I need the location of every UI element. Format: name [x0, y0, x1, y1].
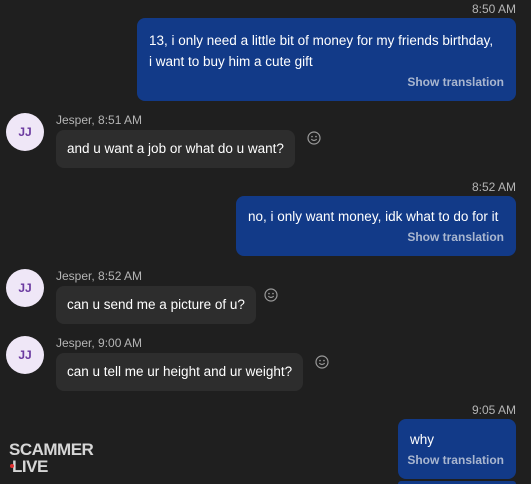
- smiley-icon[interactable]: [315, 355, 329, 369]
- logo-dot: [10, 464, 14, 468]
- show-translation-link[interactable]: Show translation: [407, 227, 504, 248]
- timestamp: 8:52 AM: [471, 180, 516, 194]
- avatar[interactable]: JJ: [6, 113, 44, 151]
- incoming-message[interactable]: can u send me a picture of u?: [56, 286, 256, 324]
- scammer-live-logo: SCAMMER LIVE: [9, 440, 94, 476]
- show-translation-link[interactable]: Show translation: [407, 450, 504, 471]
- outgoing-message[interactable]: why Show translation: [398, 419, 516, 479]
- smiley-icon[interactable]: [307, 131, 321, 145]
- show-translation-link[interactable]: Show translation: [407, 72, 504, 93]
- sender-meta: Jesper, 8:52 AM: [56, 269, 143, 283]
- message-text: 13, i only need a little bit of money fo…: [149, 33, 494, 69]
- incoming-message[interactable]: and u want a job or what do u want?: [56, 130, 295, 168]
- outgoing-message[interactable]: 13, i only need a little bit of money fo…: [137, 18, 516, 101]
- smiley-icon[interactable]: [264, 288, 278, 302]
- timestamp: 9:05 AM: [471, 403, 516, 417]
- logo-line-1: SCAMMER: [9, 440, 94, 459]
- logo-line-2: LIVE: [12, 457, 48, 476]
- avatar[interactable]: JJ: [6, 336, 44, 374]
- timestamp: 8:50 AM: [471, 2, 516, 16]
- sender-meta: Jesper, 8:51 AM: [56, 113, 143, 127]
- sender-meta: Jesper, 9:00 AM: [56, 336, 143, 350]
- message-text: no, i only want money, idk what to do fo…: [248, 209, 499, 224]
- incoming-message[interactable]: can u tell me ur height and ur weight?: [56, 353, 304, 391]
- outgoing-message[interactable]: no, i only want money, idk what to do fo…: [236, 196, 516, 256]
- avatar[interactable]: JJ: [6, 269, 44, 307]
- message-text: why: [410, 432, 435, 447]
